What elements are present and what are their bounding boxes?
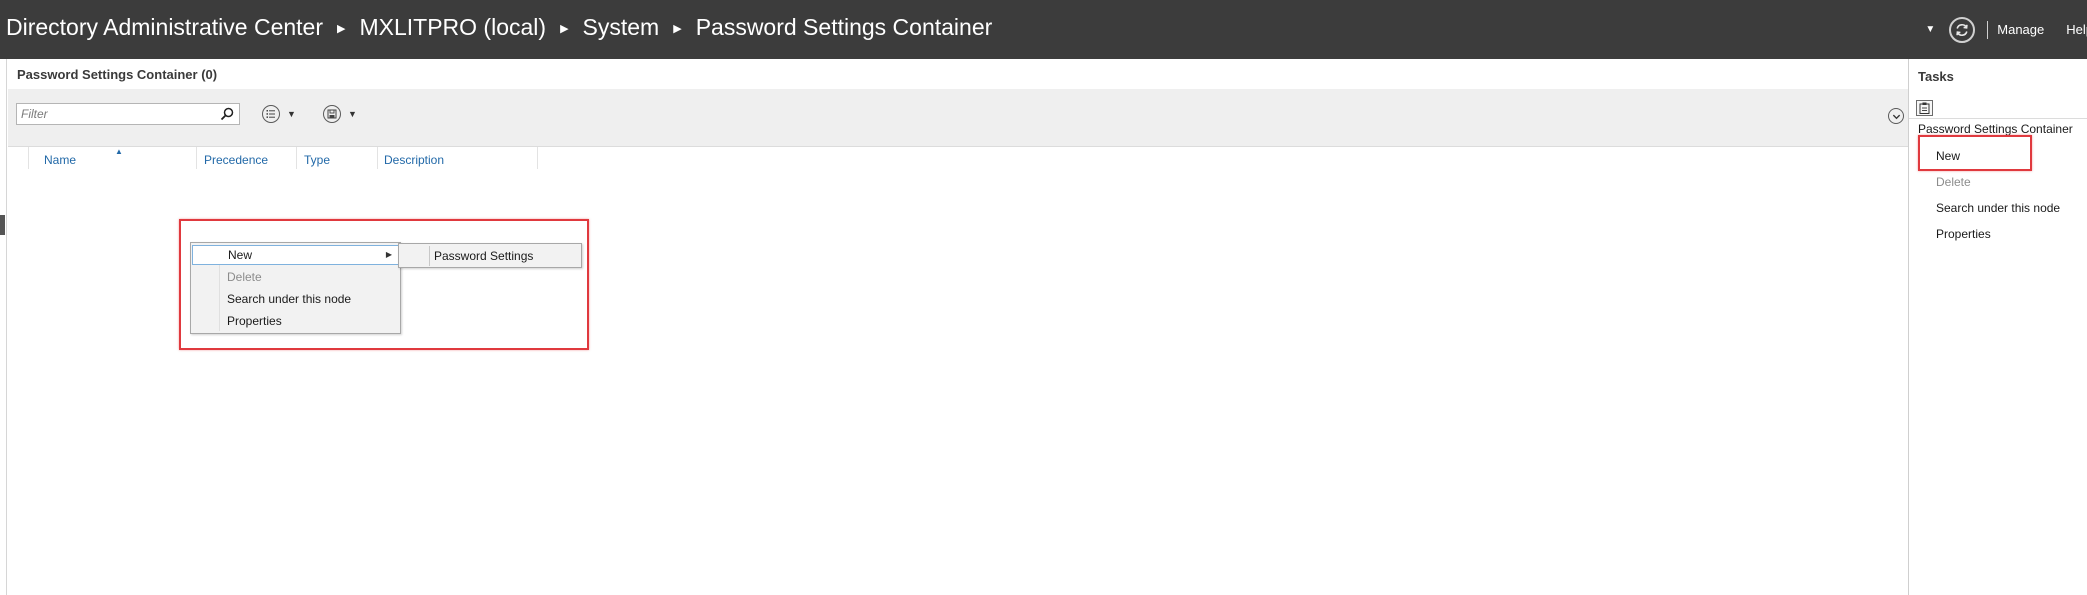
- submenu-item-password-settings[interactable]: Password Settings: [434, 247, 533, 265]
- refresh-icon[interactable]: [1949, 16, 1976, 43]
- column-divider[interactable]: [296, 147, 297, 169]
- page-title: Password Settings Container (0): [17, 67, 218, 82]
- sort-ascending-icon: ▲: [115, 147, 123, 156]
- breadcrumb-item-system[interactable]: System: [583, 14, 660, 41]
- tasks-toolbar: [1909, 97, 2087, 119]
- refresh-glyph: [1956, 23, 1968, 36]
- filter-input[interactable]: [17, 104, 207, 124]
- context-submenu: Password Settings: [398, 243, 582, 268]
- context-menu: New ▶ Delete Search under this node Prop…: [190, 242, 401, 334]
- filter-bar: ▼ ▼: [8, 89, 1908, 147]
- column-divider: [28, 147, 29, 169]
- navigation-rail-handle[interactable]: [0, 215, 5, 235]
- submenu-arrow-icon: ▶: [385, 250, 392, 259]
- breadcrumb-separator-icon: ▶: [673, 23, 682, 35]
- clipboard-glyph: [1919, 102, 1930, 114]
- toolbar-divider: [1987, 20, 1989, 39]
- filter-box: [16, 103, 240, 125]
- breadcrumb: Directory Administrative Center ▶ MXLITP…: [6, 14, 992, 41]
- help-menu[interactable]: Help: [2066, 22, 2087, 37]
- task-item-search[interactable]: Search under this node: [1936, 201, 2060, 215]
- column-header-name[interactable]: Name: [44, 153, 76, 171]
- context-menu-item-properties[interactable]: Properties: [192, 311, 399, 331]
- submenu-gutter: [429, 246, 430, 266]
- column-header-description[interactable]: Description: [384, 153, 444, 171]
- task-item-delete: Delete: [1936, 175, 1971, 189]
- view-options-button[interactable]: ▼: [262, 105, 296, 123]
- navigation-rail[interactable]: [0, 59, 7, 595]
- chevron-down-icon: ▼: [348, 109, 357, 119]
- context-menu-item-search[interactable]: Search under this node: [192, 289, 399, 309]
- navigation-dropdown-icon[interactable]: ▼: [1925, 24, 1935, 35]
- context-menu-item-new[interactable]: New ▶: [192, 245, 399, 265]
- column-header-precedence[interactable]: Precedence: [204, 153, 268, 171]
- context-menu-item-delete: Delete: [227, 270, 262, 284]
- column-divider[interactable]: [377, 147, 378, 169]
- breadcrumb-item-current[interactable]: Password Settings Container: [696, 14, 993, 41]
- expand-chevron-icon[interactable]: [1888, 108, 1904, 124]
- clipboard-icon[interactable]: [1916, 100, 1933, 116]
- save-icon: [323, 105, 341, 123]
- chevron-down-glyph: [1892, 114, 1900, 119]
- column-divider[interactable]: [196, 147, 197, 169]
- breadcrumb-item-domain[interactable]: MXLITPRO (local): [359, 14, 546, 41]
- breadcrumb-separator-icon: ▶: [560, 23, 569, 35]
- tasks-title: Tasks: [1918, 69, 1954, 84]
- save-glyph: [327, 109, 337, 119]
- tasks-section-header[interactable]: Password Settings Container: [1918, 122, 2073, 136]
- column-headers: ▲ Name Precedence Type Description: [8, 147, 1908, 171]
- top-right-controls: ▼ Manage Help: [1925, 0, 2087, 59]
- search-icon[interactable]: [219, 106, 235, 122]
- context-menu-item-label: New: [228, 248, 253, 262]
- task-item-properties[interactable]: Properties: [1936, 227, 1991, 241]
- column-divider[interactable]: [537, 147, 538, 169]
- column-header-type[interactable]: Type: [304, 153, 330, 171]
- task-item-new[interactable]: New: [1936, 149, 1960, 163]
- list-glyph: [266, 110, 275, 118]
- title-bar: Directory Administrative Center ▶ MXLITP…: [0, 0, 2087, 59]
- tasks-pane: Tasks Password Settings Container New De…: [1908, 59, 2087, 595]
- save-query-button[interactable]: ▼: [323, 105, 357, 123]
- list-view-icon: [262, 105, 280, 123]
- chevron-down-icon: ▼: [287, 109, 296, 119]
- breadcrumb-separator-icon: ▶: [337, 23, 346, 35]
- manage-menu[interactable]: Manage: [1997, 22, 2044, 37]
- breadcrumb-item-app[interactable]: Directory Administrative Center: [6, 14, 323, 41]
